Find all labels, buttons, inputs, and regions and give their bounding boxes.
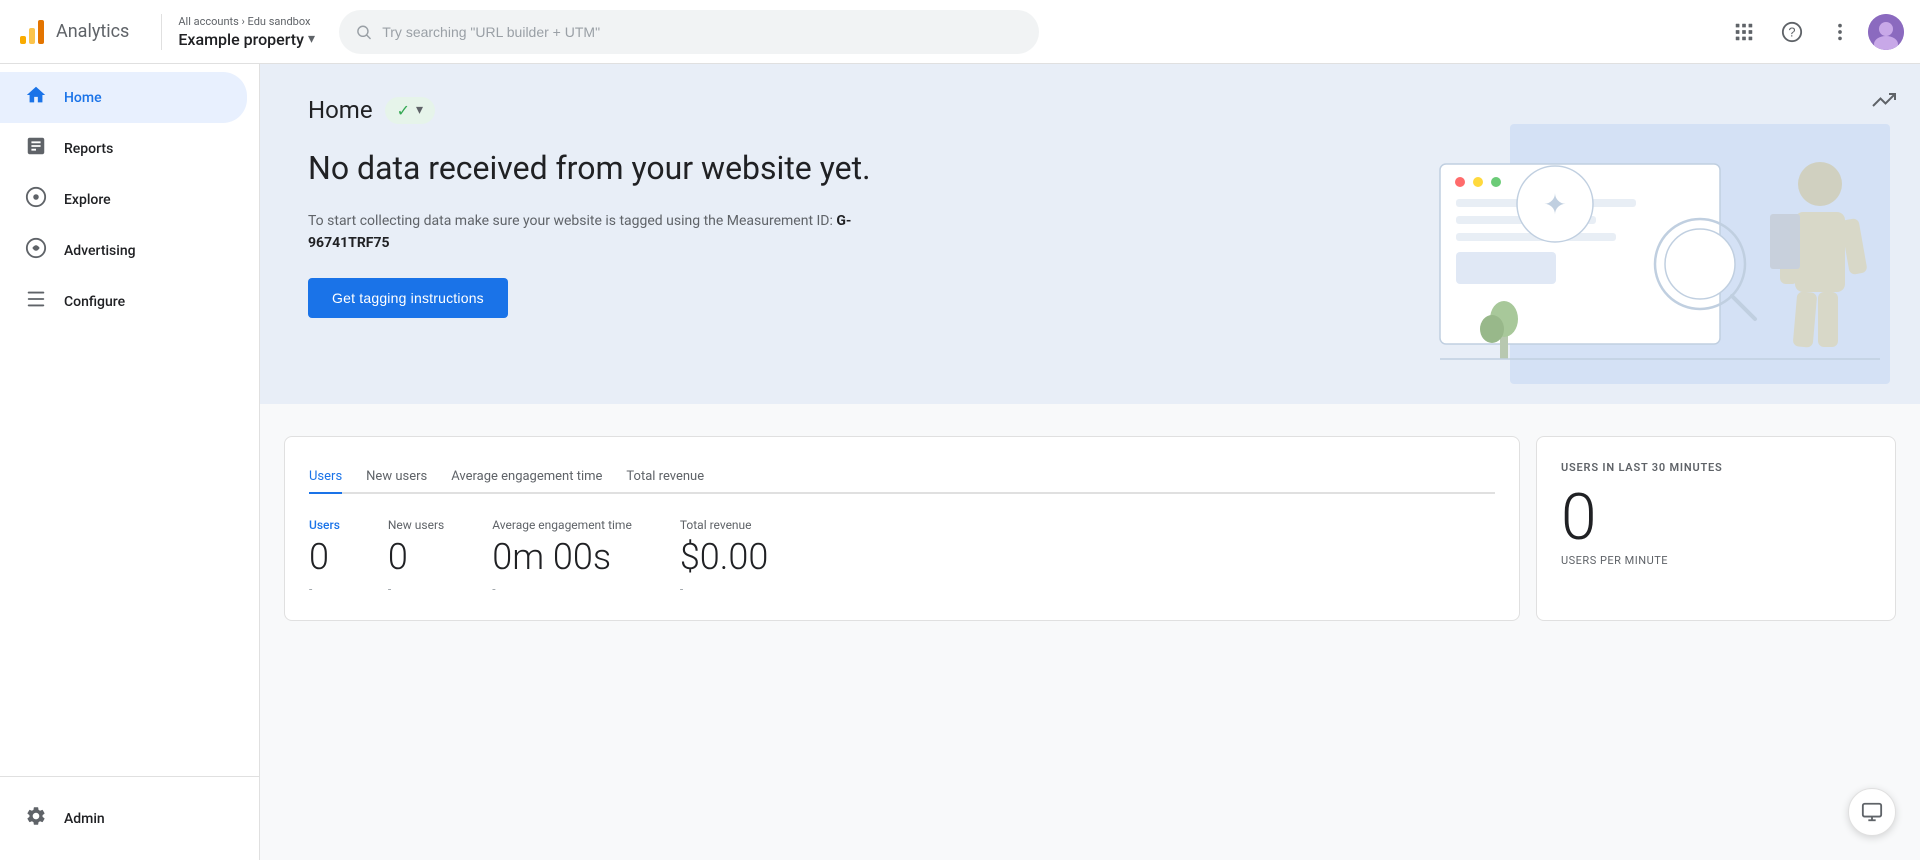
illustration-svg: ✦ (1360, 104, 1920, 404)
sidebar-item-home[interactable]: Home (0, 72, 247, 123)
analytics-logo-icon (16, 16, 48, 48)
metric-new-users-value: 0 (388, 536, 444, 578)
logo-area: Analytics (16, 16, 129, 48)
svg-text:?: ? (1788, 24, 1795, 39)
svg-text:✦: ✦ (1543, 188, 1566, 221)
apps-icon (1733, 21, 1755, 43)
sidebar: Home Reports (0, 64, 260, 860)
configure-icon (24, 288, 48, 315)
breadcrumb: All accounts › Edu sandbox (178, 15, 315, 28)
page-title: Home (308, 96, 373, 124)
metric-engagement-value: 0m 00s (492, 536, 632, 578)
property-selector[interactable]: Example property ▾ (178, 30, 315, 49)
logo-text: Analytics (56, 21, 129, 42)
chat-icon (1861, 801, 1883, 823)
explore-icon (24, 186, 48, 213)
admin-icon (24, 805, 48, 832)
topbar-divider (161, 14, 162, 50)
sidebar-item-configure[interactable]: Configure (0, 276, 247, 327)
hero-desc-text: To start collecting data make sure your … (308, 213, 836, 229)
metric-new-users: New users 0 - (388, 518, 444, 596)
trending-icon (1872, 88, 1896, 112)
sidebar-nav: Home Reports (0, 64, 259, 776)
sidebar-item-reports-label: Reports (64, 141, 113, 157)
user-avatar-icon (1868, 14, 1904, 50)
metric-revenue-sub: - (680, 582, 769, 596)
hero-header: Home ✓ ▾ (308, 96, 908, 124)
advertising-icon (24, 237, 48, 264)
reports-icon (24, 135, 48, 162)
stats-tabs: Users New users Average engagement time … (309, 461, 1495, 494)
get-tagging-instructions-button[interactable]: Get tagging instructions (308, 278, 508, 318)
sidebar-item-explore-label: Explore (64, 192, 111, 208)
metric-revenue-value: $0.00 (680, 536, 769, 578)
stats-tab-revenue[interactable]: Total revenue (626, 461, 704, 494)
property-chevron-icon: ▾ (308, 31, 315, 47)
stats-tab-users[interactable]: Users (309, 461, 342, 494)
metric-engagement: Average engagement time 0m 00s - (492, 518, 632, 596)
metric-users: Users 0 - (309, 518, 340, 596)
stats-main-card: Users New users Average engagement time … (284, 436, 1520, 621)
more-vert-icon (1829, 21, 1851, 43)
hero-left: Home ✓ ▾ No data received from your webs… (308, 96, 908, 318)
realtime-label: Users in last 30 minutes (1561, 461, 1871, 474)
more-button[interactable] (1820, 12, 1860, 52)
sidebar-bottom: Admin (0, 776, 259, 860)
sidebar-item-home-label: Home (64, 90, 102, 106)
help-button[interactable]: ? (1772, 12, 1812, 52)
sidebar-item-admin[interactable]: Admin (0, 793, 247, 844)
apps-button[interactable] (1724, 12, 1764, 52)
hero-illustration: ✦ (1360, 64, 1920, 404)
sidebar-item-advertising-label: Advertising (64, 243, 136, 259)
sidebar-item-explore[interactable]: Explore (0, 174, 247, 225)
metric-engagement-sub: - (492, 582, 632, 596)
search-bar (339, 10, 1039, 54)
stats-realtime-card: Users in last 30 minutes 0 Users per min… (1536, 436, 1896, 621)
property-nav: All accounts › Edu sandbox Example prope… (178, 15, 315, 49)
home-icon (24, 84, 48, 111)
metric-revenue: Total revenue $0.00 - (680, 518, 769, 596)
metric-new-users-label: New users (388, 518, 444, 532)
stats-area: Users New users Average engagement time … (260, 404, 1920, 645)
hero-description: To start collecting data make sure your … (308, 210, 908, 255)
stats-tab-new-users[interactable]: New users (366, 461, 427, 494)
avatar[interactable] (1868, 14, 1904, 50)
sidebar-item-admin-label: Admin (64, 811, 105, 827)
metric-revenue-label: Total revenue (680, 518, 769, 532)
realtime-count: 0 (1561, 486, 1871, 550)
metric-new-users-sub: - (388, 582, 444, 596)
help-icon: ? (1781, 21, 1803, 43)
status-badge[interactable]: ✓ ▾ (385, 97, 435, 124)
topbar: Analytics All accounts › Edu sandbox Exa… (0, 0, 1920, 64)
metric-users-sub: - (309, 582, 340, 596)
sidebar-item-reports[interactable]: Reports (0, 123, 247, 174)
property-name-text: Example property (178, 30, 304, 49)
metric-users-label: Users (309, 518, 340, 532)
check-icon: ✓ (397, 101, 410, 120)
search-input[interactable] (382, 24, 1023, 40)
app-body: Home Reports (0, 64, 1920, 860)
realtime-sub: Users per minute (1561, 554, 1871, 567)
hero-banner: Home ✓ ▾ No data received from your webs… (260, 64, 1920, 404)
metric-users-value: 0 (309, 536, 340, 578)
sidebar-item-advertising[interactable]: Advertising (0, 225, 247, 276)
topbar-actions: ? (1724, 12, 1904, 52)
sidebar-item-configure-label: Configure (64, 294, 125, 310)
chat-fab-button[interactable] (1848, 788, 1896, 836)
stats-tab-engagement[interactable]: Average engagement time (451, 461, 602, 494)
trending-icon-button[interactable] (1872, 88, 1896, 118)
status-chevron-icon: ▾ (416, 102, 423, 118)
no-data-title: No data received from your website yet. (308, 148, 908, 190)
metric-engagement-label: Average engagement time (492, 518, 632, 532)
search-icon (355, 23, 372, 41)
main-content: Home ✓ ▾ No data received from your webs… (260, 64, 1920, 860)
stats-metrics: Users 0 - New users 0 - Average engageme… (309, 518, 1495, 596)
